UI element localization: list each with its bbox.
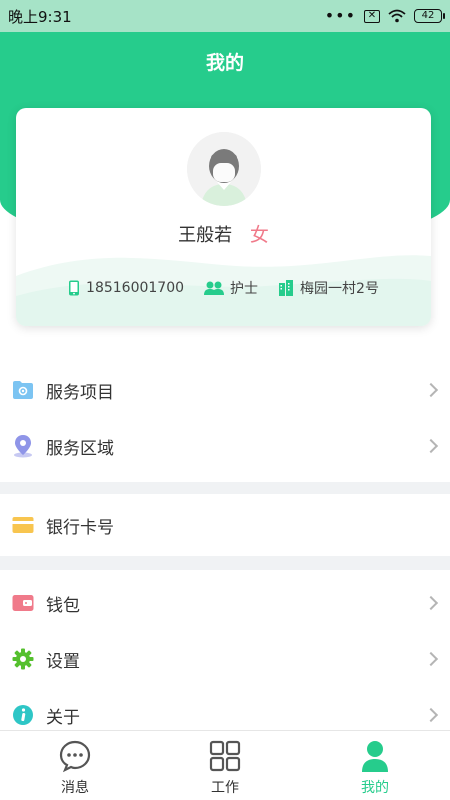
person-icon (362, 741, 388, 772)
menu-label-service-area: 服务区域 (46, 438, 114, 459)
role-label: 护士 (230, 281, 259, 297)
folder-gear-icon (12, 379, 34, 401)
menu-label-service-items: 服务项目 (46, 382, 114, 403)
menu-item-wallet[interactable]: 钱包 (0, 575, 450, 631)
menu-label-settings: 设置 (46, 651, 80, 672)
gear-icon (12, 648, 34, 670)
people-icon (204, 281, 225, 295)
menu-item-settings[interactable]: 设置 (0, 631, 450, 687)
avatar[interactable] (187, 132, 261, 206)
grid-icon (209, 740, 241, 772)
profile-info-row: 18516001700 护士 梅园一村2号 (16, 278, 431, 298)
tab-messages[interactable]: 消息 (0, 731, 150, 800)
page-title: 我的 (205, 52, 244, 74)
wallet-icon (12, 592, 34, 614)
bottom-tab-bar: 消息 工作 我的 (0, 730, 450, 800)
chevron-right-icon (423, 382, 439, 398)
menu-item-bank-card[interactable]: 银行卡号 (0, 497, 450, 553)
bank-card-icon (12, 514, 34, 536)
tab-work[interactable]: 工作 (150, 731, 300, 800)
address-info: 梅园一村2号 (278, 278, 379, 298)
wifi-icon (388, 9, 406, 23)
tab-label-mine: 我的 (361, 780, 389, 796)
chat-bubble-icon (59, 740, 91, 773)
chevron-right-icon (423, 438, 439, 454)
menu-group-services: 服务项目 服务区域 (0, 362, 450, 474)
menu-label-wallet: 钱包 (46, 595, 80, 616)
phone-icon (69, 280, 80, 296)
chevron-right-icon (423, 651, 439, 667)
chevron-right-icon (423, 707, 439, 723)
menu-item-service-area[interactable]: 服务区域 (0, 418, 450, 474)
tab-mine[interactable]: 我的 (300, 731, 450, 800)
info-icon (12, 704, 34, 726)
building-icon (279, 280, 294, 296)
phone-info: 18516001700 (68, 278, 184, 298)
status-icons: ••• ✕ 42 (324, 6, 445, 25)
status-time: 晚上9:31 (8, 7, 72, 26)
address-label: 梅园一村2号 (300, 281, 379, 297)
menu-group-bank: 银行卡号 (0, 497, 450, 553)
menu-label-about: 关于 (46, 707, 80, 728)
menu-label-bank-card: 银行卡号 (46, 517, 114, 538)
no-sim-icon: ✕ (364, 9, 380, 23)
location-pin-icon (12, 435, 34, 458)
more-dots-icon: ••• (324, 6, 356, 25)
tab-label-messages: 消息 (61, 780, 89, 796)
profile-gender: 女 (249, 224, 269, 246)
tab-label-work: 工作 (211, 780, 239, 796)
section-divider (0, 482, 450, 494)
battery-icon: 42 (414, 9, 445, 23)
avatar-illustration-icon (187, 132, 261, 206)
menu-item-service-items[interactable]: 服务项目 (0, 362, 450, 418)
section-divider (0, 556, 450, 570)
status-bar: 晚上9:31 ••• ✕ 42 (0, 0, 450, 32)
chevron-right-icon (423, 595, 439, 611)
profile-card: 王般若 女 18516001700 护士 梅园一村2号 (16, 108, 431, 326)
profile-name-row: 王般若 女 (16, 220, 431, 247)
menu-group-account: 钱包 设置 关于 (0, 575, 450, 743)
phone-number: 18516001700 (86, 280, 185, 296)
profile-name: 王般若 (178, 225, 233, 246)
role-info: 护士 (204, 278, 258, 298)
